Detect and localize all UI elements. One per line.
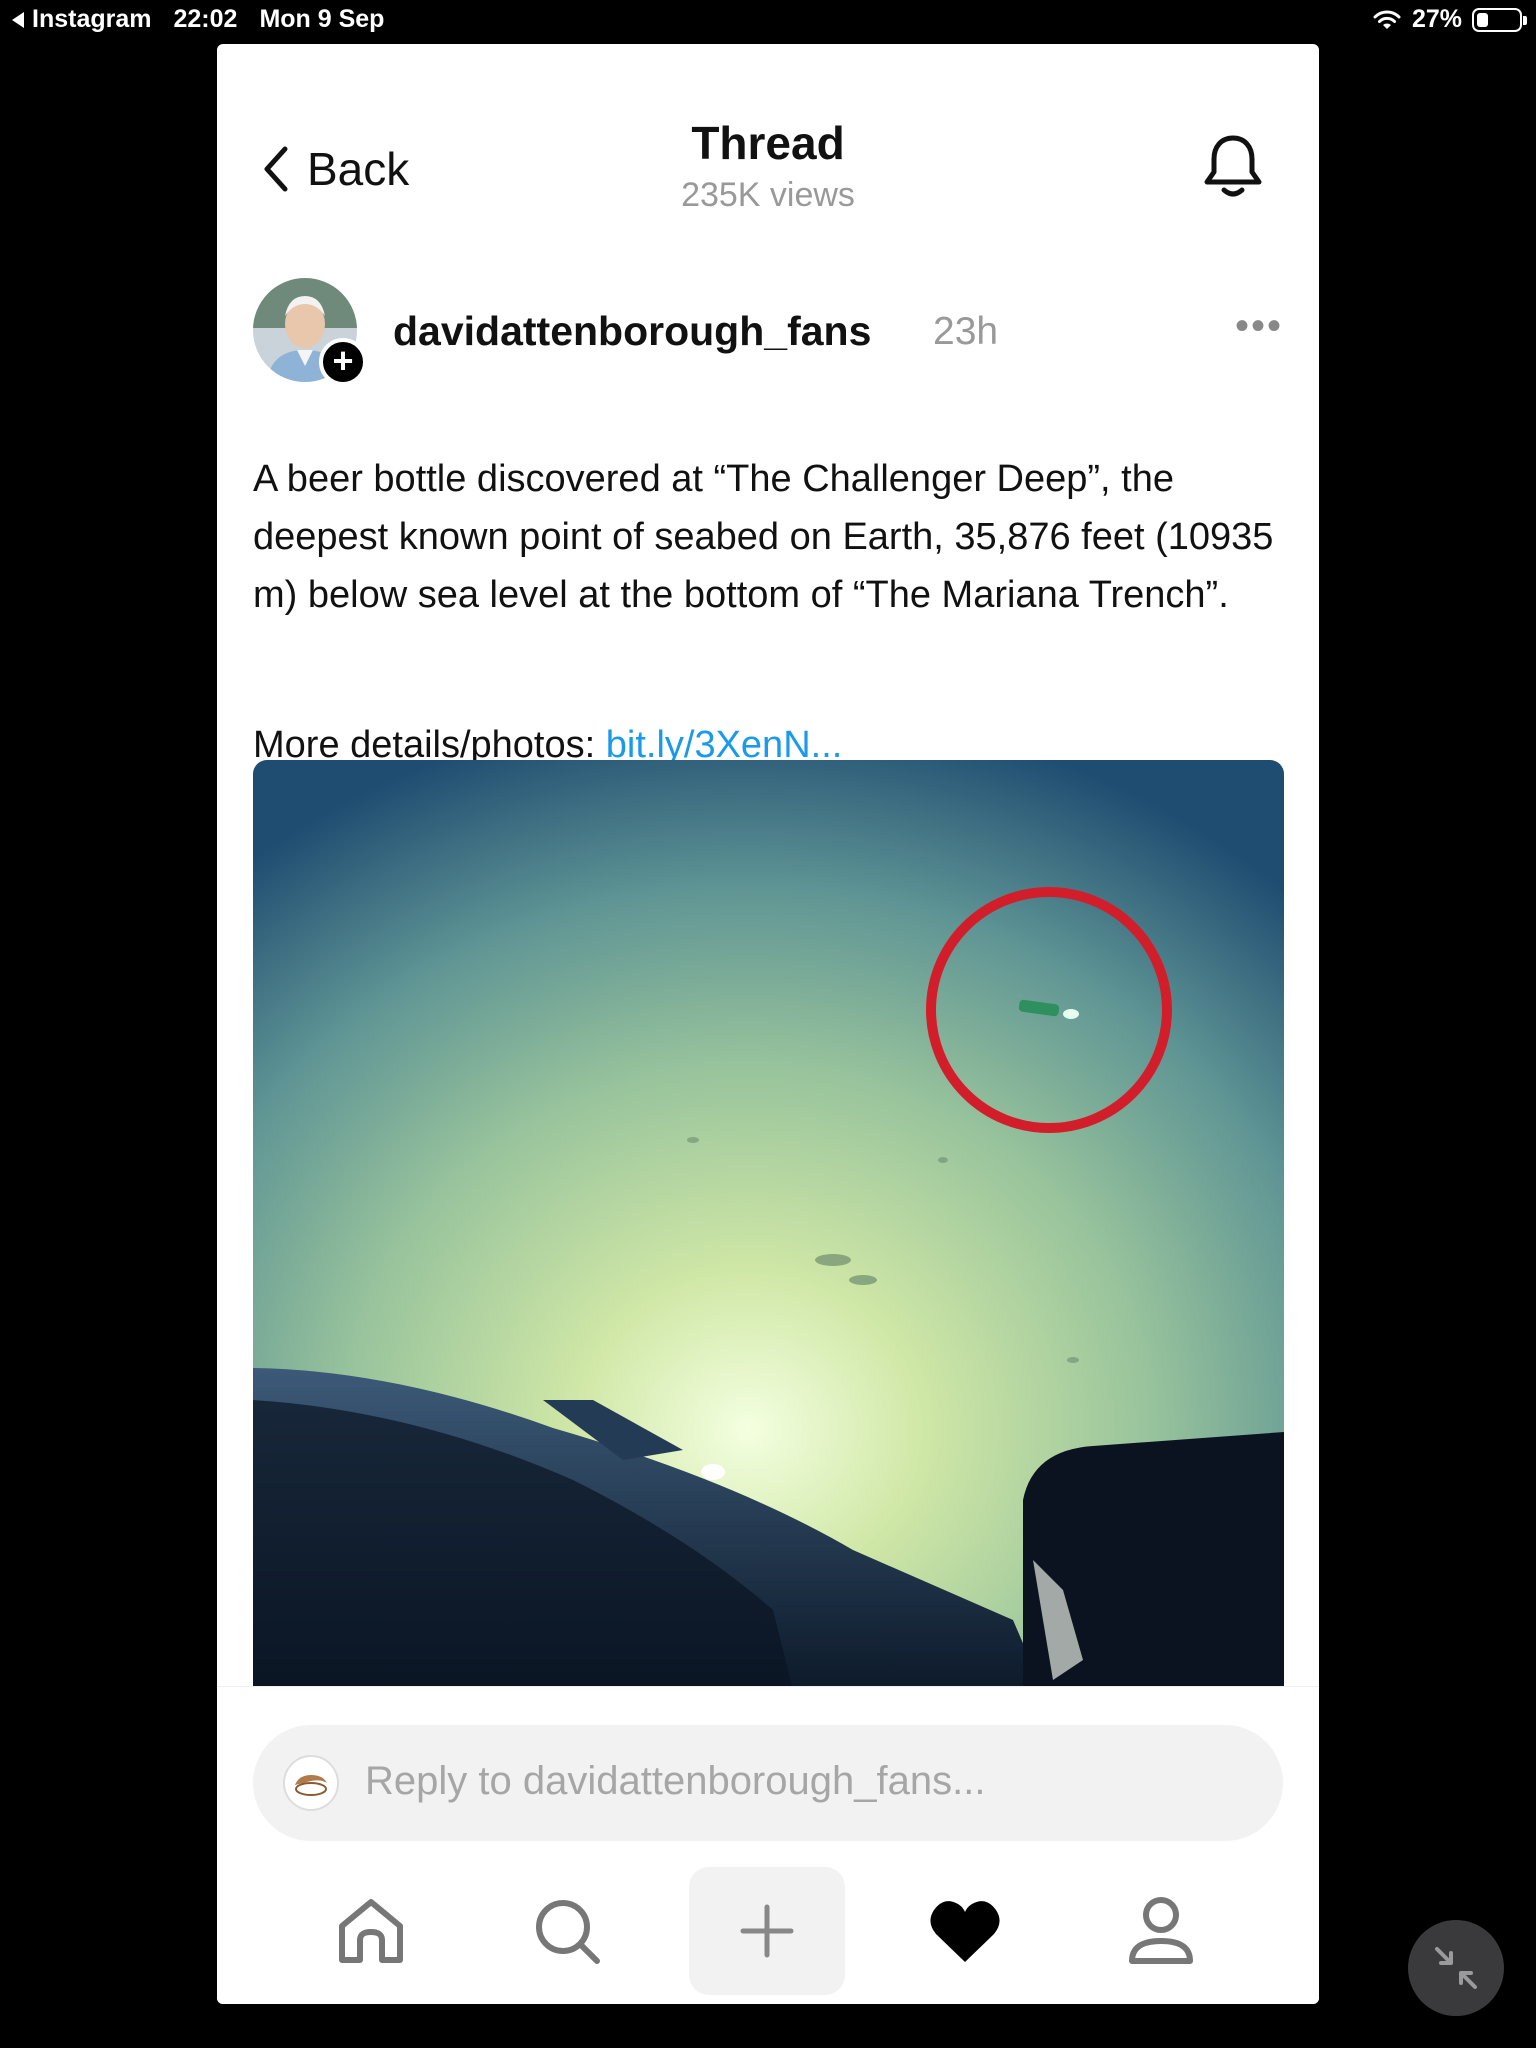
wifi-icon: [1373, 10, 1401, 29]
status-bar: Instagram 22:02 Mon 9 Sep 27%: [0, 0, 1536, 40]
threads-app-window: Back Thread 235K views + davidattenborou…: [217, 44, 1319, 2004]
post-username[interactable]: davidattenborough_fans: [393, 308, 871, 355]
post-photo[interactable]: [253, 760, 1284, 1690]
minimize-window-button[interactable]: [1408, 1920, 1504, 2016]
status-left: Instagram 22:02 Mon 9 Sep: [12, 5, 384, 34]
nav-profile[interactable]: [1083, 1867, 1239, 1995]
reply-input[interactable]: Reply to davidattenborough_fans...: [253, 1725, 1283, 1841]
status-time: 22:02: [173, 5, 238, 33]
more-options-button[interactable]: •••: [1235, 304, 1283, 349]
plus-icon: [740, 1904, 794, 1958]
nav-new-thread[interactable]: [689, 1867, 845, 1995]
bell-icon[interactable]: [1201, 132, 1265, 202]
profile-icon: [1129, 1897, 1193, 1964]
battery-percent: 27%: [1411, 5, 1462, 33]
seabed-photo: [253, 760, 1284, 1690]
back-triangle-icon: [12, 11, 24, 28]
home-icon: [339, 1899, 403, 1963]
nav-home[interactable]: [293, 1867, 449, 1995]
post-time: 23h: [933, 310, 999, 353]
status-right: 27%: [1372, 5, 1527, 34]
views-count: 235K views: [681, 176, 855, 214]
battery-icon: [1472, 7, 1527, 32]
page-title: Thread: [691, 117, 845, 169]
search-icon: [536, 1900, 600, 1964]
follow-button[interactable]: +: [319, 338, 367, 386]
nav-activity[interactable]: [887, 1867, 1043, 1995]
heart-icon: [930, 1901, 1000, 1962]
thread-post: + davidattenborough_fans 23h ••• A beer …: [253, 278, 1283, 766]
post-text: A beer bottle discovered at “The Challen…: [253, 458, 1274, 616]
back-to-app[interactable]: Instagram: [12, 5, 151, 34]
shrink-arrows-icon: [1435, 1947, 1477, 1989]
battery-fill: [1477, 12, 1488, 27]
reply-avatar: [283, 1755, 339, 1811]
post-header: + davidattenborough_fans 23h •••: [253, 278, 1283, 388]
back-app-label: Instagram: [32, 5, 152, 33]
nav-search[interactable]: [489, 1867, 645, 1995]
reply-placeholder: Reply to davidattenborough_fans...: [365, 1759, 986, 1803]
bottom-nav: [217, 1867, 1319, 1997]
reply-avatar-image: [295, 1775, 327, 1796]
status-date: Mon 9 Sep: [259, 5, 385, 33]
thread-header: Back Thread 235K views: [217, 44, 1319, 254]
reply-zone: Reply to davidattenborough_fans...: [217, 1686, 1319, 2004]
